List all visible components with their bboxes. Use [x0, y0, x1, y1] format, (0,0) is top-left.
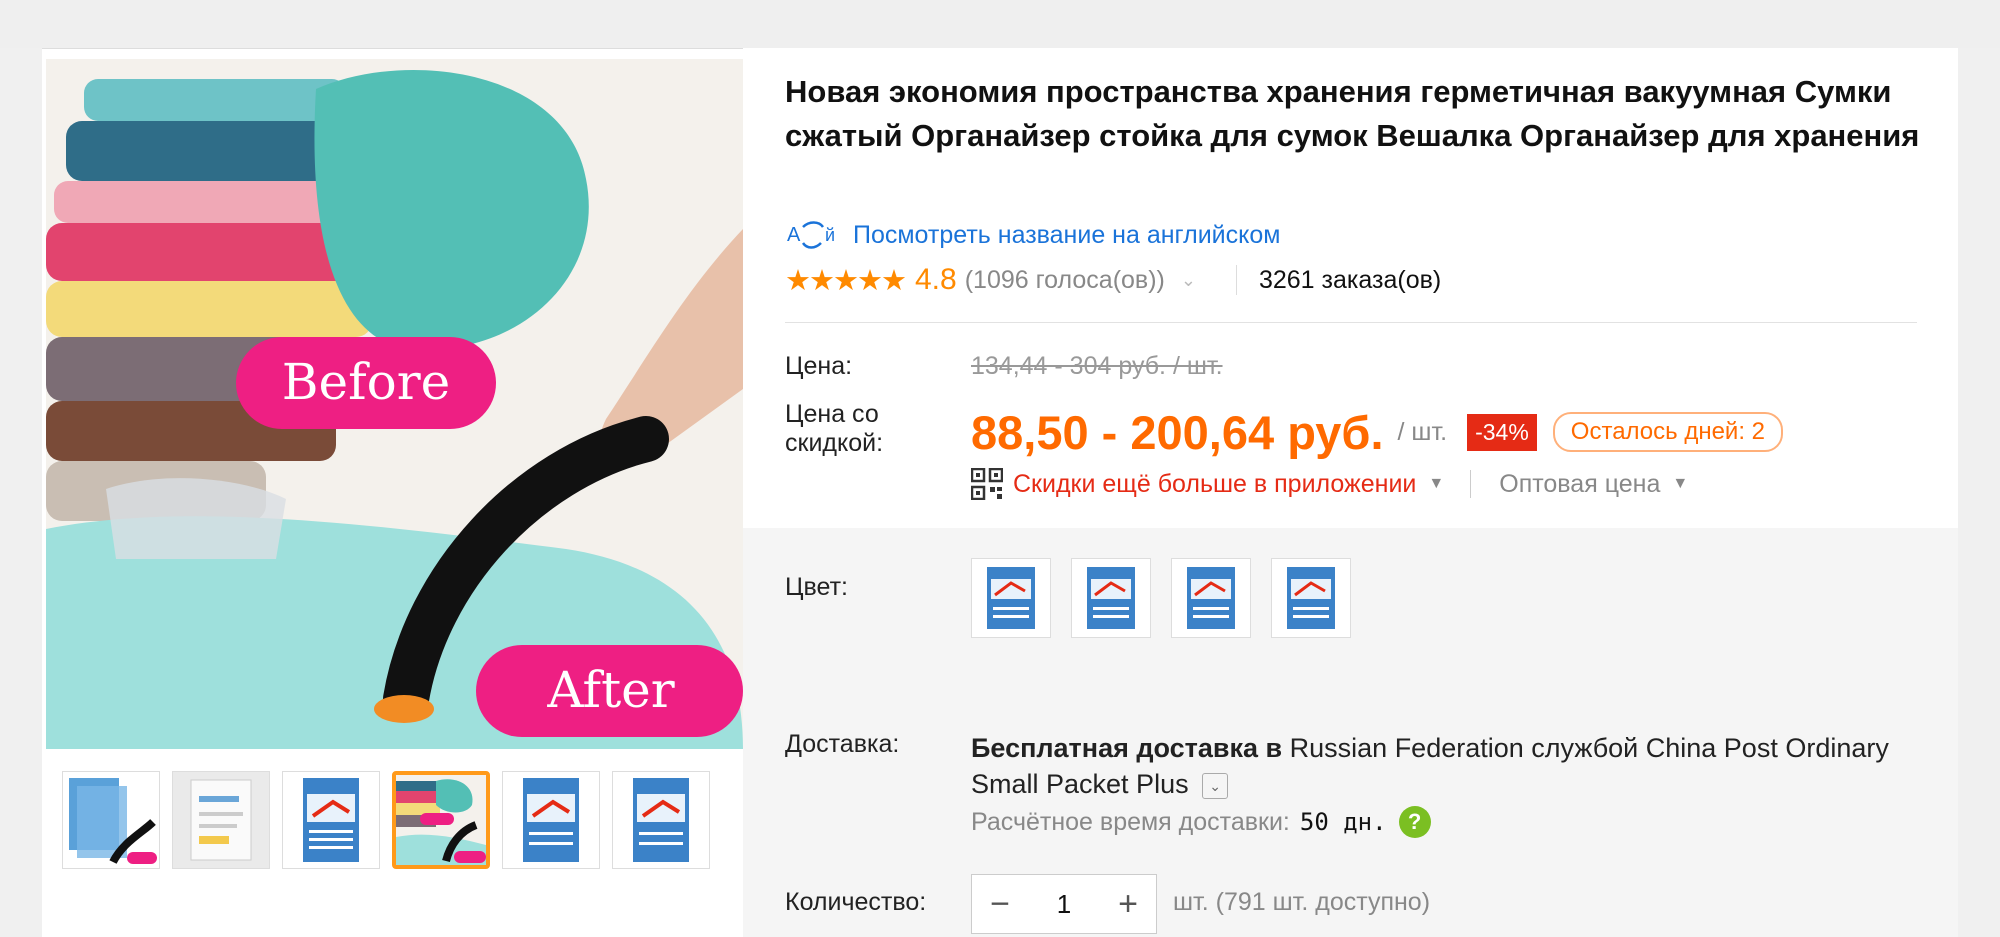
discount-badge: -34%	[1467, 413, 1537, 451]
caret-down-icon[interactable]: ▼	[1428, 475, 1444, 493]
divider	[785, 322, 1917, 323]
svg-text:A: A	[787, 224, 801, 246]
top-strip	[0, 0, 2000, 48]
original-price: 134,44 - 304 руб. / шт.	[971, 352, 1223, 380]
thumbnail-4-active[interactable]	[392, 771, 490, 869]
color-option-2[interactable]	[1071, 558, 1151, 638]
discount-price-label: Цена со скидкой:	[785, 400, 884, 457]
before-text: Before	[282, 353, 450, 411]
app-discount-row: Скидки ещё больше в приложении ▼ Оптовая…	[971, 466, 1688, 502]
discount-price-row: 88,50 - 200,64 руб. / шт. -34% Осталось …	[971, 400, 1784, 464]
quantity-stepper: − 1 +	[971, 874, 1157, 934]
rating-row: ★★★★★ 4.8 (1096 голоса(ов)) ⌄ 3261 заказ…	[785, 260, 1441, 300]
quantity-input[interactable]: 1	[1028, 889, 1100, 920]
thumbnail-image	[613, 772, 709, 868]
caret-down-icon[interactable]: ▼	[1672, 475, 1688, 493]
quantity-label: Количество:	[785, 888, 927, 916]
thumbnail-1[interactable]	[62, 771, 160, 869]
orders-count: 3261 заказа(ов)	[1258, 265, 1442, 294]
translate-row: A й Посмотреть название на английском	[785, 218, 1280, 252]
shipping-dropdown-icon[interactable]: ⌄	[1202, 772, 1229, 799]
days-left-badge: Осталось дней: 2	[1552, 412, 1784, 452]
product-details: Новая экономия пространства хранения гер…	[743, 48, 1958, 937]
thumbnail-5[interactable]	[502, 771, 600, 869]
thumbnail-2[interactable]	[172, 771, 270, 869]
help-icon[interactable]: ?	[1398, 806, 1431, 838]
delivery-eta: Расчётное время доставки: 50 дн. ?	[971, 806, 1431, 838]
view-english-title-link[interactable]: Посмотреть название на английском	[853, 221, 1280, 250]
thumbnail-3[interactable]	[282, 771, 380, 869]
swatch-image	[1087, 567, 1135, 629]
free-shipping-text: Бесплатная доставка в	[971, 733, 1283, 763]
shipping-label: Доставка:	[785, 730, 900, 758]
thumbnail-6[interactable]	[612, 771, 710, 869]
per-unit-label: / шт.	[1397, 417, 1448, 446]
color-option-1[interactable]	[971, 558, 1051, 638]
decrease-quantity-button[interactable]: −	[972, 875, 1028, 933]
translate-icon: A й	[787, 221, 835, 249]
color-option-3[interactable]	[1171, 558, 1251, 638]
shipping-info: Бесплатная доставка в Russian Federation…	[971, 730, 1941, 802]
vacuum-bag-illustration: Before After	[46, 59, 743, 749]
product-gallery: Before After	[42, 48, 743, 937]
thumbnail-strip	[62, 771, 710, 869]
color-label: Цвет:	[785, 573, 848, 601]
swatch-image	[1187, 567, 1235, 629]
color-option-4[interactable]	[1271, 558, 1351, 638]
votes-count[interactable]: (1096 голоса(ов))	[965, 266, 1165, 295]
main-product-image[interactable]: Before After	[46, 59, 743, 749]
wholesale-price-link[interactable]: Оптовая цена	[1499, 470, 1660, 499]
divider	[1470, 470, 1472, 498]
thumbnail-image	[173, 772, 269, 868]
app-discount-link[interactable]: Скидки ещё больше в приложении	[1013, 470, 1416, 499]
after-text: After	[546, 661, 674, 719]
swatch-image	[987, 567, 1035, 629]
svg-text:й: й	[825, 225, 835, 245]
eta-label: Расчётное время доставки:	[971, 807, 1290, 836]
divider	[1235, 265, 1237, 295]
product-title: Новая экономия пространства хранения гер…	[785, 74, 1920, 153]
thumbnail-image	[63, 772, 159, 868]
chevron-down-icon[interactable]: ⌄	[1181, 270, 1196, 291]
color-swatches	[971, 558, 1351, 638]
rating-value: 4.8	[915, 263, 957, 296]
quantity-available: шт. (791 шт. доступно)	[1173, 888, 1431, 916]
increase-quantity-button[interactable]: +	[1100, 875, 1156, 933]
swatch-image	[1287, 567, 1335, 629]
discounted-price: 88,50 - 200,64 руб.	[971, 405, 1384, 459]
eta-value: 50 дн.	[1299, 808, 1387, 836]
qr-code-icon	[971, 468, 1003, 500]
price-label: Цена:	[785, 352, 853, 380]
thumbnail-image	[396, 775, 486, 865]
star-rating-icon: ★★★★★	[785, 264, 907, 297]
thumbnail-image	[503, 772, 599, 868]
thumbnail-image	[283, 772, 379, 868]
